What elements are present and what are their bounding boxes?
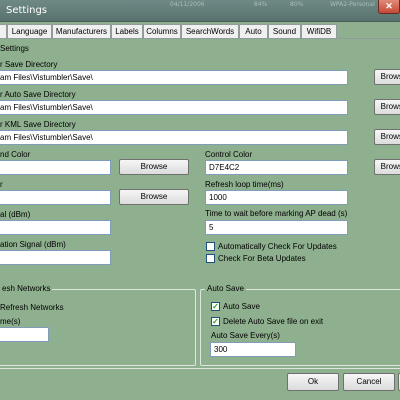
title-bar: 04/11/2006 84% 80% WPA2-Personal Setting… <box>0 0 400 22</box>
check-beta-checkbox[interactable] <box>206 254 215 263</box>
background-color-browse-button[interactable]: Browse <box>119 159 189 175</box>
kml-save-directory-browse-button[interactable]: Browse <box>374 129 400 145</box>
control-color-field[interactable]: D7E4C2 <box>205 160 348 175</box>
auto-save-directory-field[interactable]: am Files\Vistumbler\Save\ <box>0 100 348 115</box>
tab-misc[interactable] <box>0 24 7 38</box>
auto-save-directory-browse-button[interactable]: Browse <box>374 99 400 115</box>
refresh-loop-label: Refresh loop time(ms) <box>205 180 284 189</box>
refresh-time-field[interactable] <box>0 327 49 342</box>
save-directory-field[interactable]: am Files\Vistumbler\Save\ <box>0 70 348 85</box>
close-button[interactable]: ✕ <box>378 0 400 14</box>
min-signal-label: al (dBm) <box>0 210 31 219</box>
auto-check-updates-label: Automatically Check For Updates <box>218 242 337 251</box>
ap-dead-label: Time to wait before marking AP dead (s) <box>205 209 348 218</box>
refresh-networks-label: Refresh Networks <box>0 303 64 312</box>
refresh-loop-field[interactable]: 1000 <box>205 190 348 205</box>
check-beta-label: Check For Beta Updates <box>218 254 306 263</box>
kml-save-directory-field[interactable]: am Files\Vistumbler\Save\ <box>0 130 348 145</box>
save-directory-browse-button[interactable]: Browse <box>374 69 400 85</box>
window-title: Settings <box>6 5 48 16</box>
tab-language[interactable]: Language <box>7 24 52 38</box>
control-color-label: Control Color <box>205 150 253 159</box>
tab-auto[interactable]: Auto <box>239 24 268 38</box>
ap-dead-field[interactable]: 5 <box>205 220 348 235</box>
settings-group-title: Settings <box>0 44 29 53</box>
background-color-field[interactable] <box>0 160 111 175</box>
text-color-label: r <box>0 180 3 189</box>
tab-sound[interactable]: Sound <box>268 24 301 38</box>
max-signal-field[interactable] <box>0 250 111 265</box>
auto-save-label: Auto Save <box>223 302 260 311</box>
auto-save-checkbox[interactable]: ✓ <box>211 302 220 311</box>
refresh-networks-title: esh Networks <box>0 284 53 293</box>
tab-labels[interactable]: Labels <box>111 24 143 38</box>
refresh-time-label: me(s) <box>0 317 21 326</box>
kml-save-directory-label: r KML Save Directory <box>0 120 76 129</box>
max-signal-label: ation Signal (dBm) <box>0 240 66 249</box>
auto-check-updates-checkbox[interactable] <box>206 242 215 251</box>
footer-divider <box>0 368 400 369</box>
text-color-browse-button[interactable]: Browse <box>119 189 189 205</box>
background-cell: 84% <box>254 1 268 8</box>
cancel-button[interactable]: Cancel <box>343 373 395 391</box>
background-color-label: nd Color <box>0 150 31 159</box>
tab-wifidb[interactable]: WifiDB <box>301 24 337 38</box>
auto-save-every-label: Auto Save Every(s) <box>211 331 280 340</box>
min-signal-field[interactable] <box>0 220 111 235</box>
auto-save-every-field[interactable]: 300 <box>210 342 296 357</box>
control-color-browse-button[interactable]: Browse <box>374 159 400 175</box>
delete-auto-save-checkbox[interactable]: ✓ <box>211 317 220 326</box>
auto-save-directory-label: r Auto Save Directory <box>0 90 76 99</box>
save-directory-label: r Save Directory <box>0 60 58 69</box>
background-cell: 80% <box>290 1 304 8</box>
background-cell: 04/11/2006 <box>170 1 205 8</box>
auto-save-title: Auto Save <box>205 284 246 293</box>
delete-auto-save-label: Delete Auto Save file on exit <box>223 317 324 326</box>
tab-manufacturers[interactable]: Manufacturers <box>52 24 111 38</box>
ok-button[interactable]: Ok <box>287 373 339 391</box>
tab-searchwords[interactable]: SearchWords <box>181 24 239 38</box>
background-cell: WPA2-Personal <box>330 1 375 8</box>
tab-columns[interactable]: Columns <box>143 24 181 38</box>
text-color-field[interactable] <box>0 190 111 205</box>
